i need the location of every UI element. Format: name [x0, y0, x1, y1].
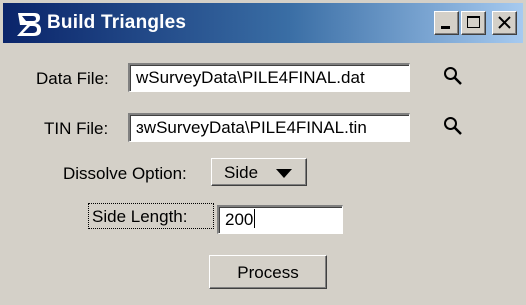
dissolve-option-dropdown[interactable]: Side — [211, 158, 307, 186]
minimize-icon — [441, 26, 450, 29]
tin-file-label: TIN File: — [44, 119, 109, 138]
chevron-down-icon — [276, 169, 292, 178]
title-bar[interactable]: Build Triangles — [3, 3, 523, 43]
tin-file-input[interactable]: ɜwSurveyData\PILE4FINAL.tin — [128, 113, 410, 142]
window-title: Build Triangles — [47, 12, 187, 33]
maximize-icon — [467, 16, 480, 28]
side-length-label: Side Length: — [92, 207, 188, 226]
close-icon — [498, 16, 511, 29]
dissolve-option-value: Side — [224, 163, 259, 182]
data-file-label: Data File: — [36, 69, 109, 88]
data-file-input[interactable]: wSurveyData\PILE4FINAL.dat — [128, 63, 410, 92]
search-icon[interactable] — [442, 115, 464, 137]
side-length-input[interactable]: 200 — [217, 205, 343, 234]
minimize-button[interactable] — [434, 11, 459, 35]
dissolve-option-label: Dissolve Option: — [63, 164, 187, 183]
build-triangles-window: Build Triangles Data File: wSurveyData\P… — [0, 0, 526, 305]
text-caret — [254, 209, 256, 228]
process-button-label: Process — [237, 263, 299, 282]
process-button[interactable]: Process — [209, 255, 327, 289]
app-icon — [17, 13, 41, 36]
search-icon[interactable] — [442, 65, 464, 87]
close-button[interactable] — [492, 11, 517, 35]
maximize-button[interactable] — [461, 11, 486, 35]
side-length-value: 200 — [225, 210, 254, 229]
